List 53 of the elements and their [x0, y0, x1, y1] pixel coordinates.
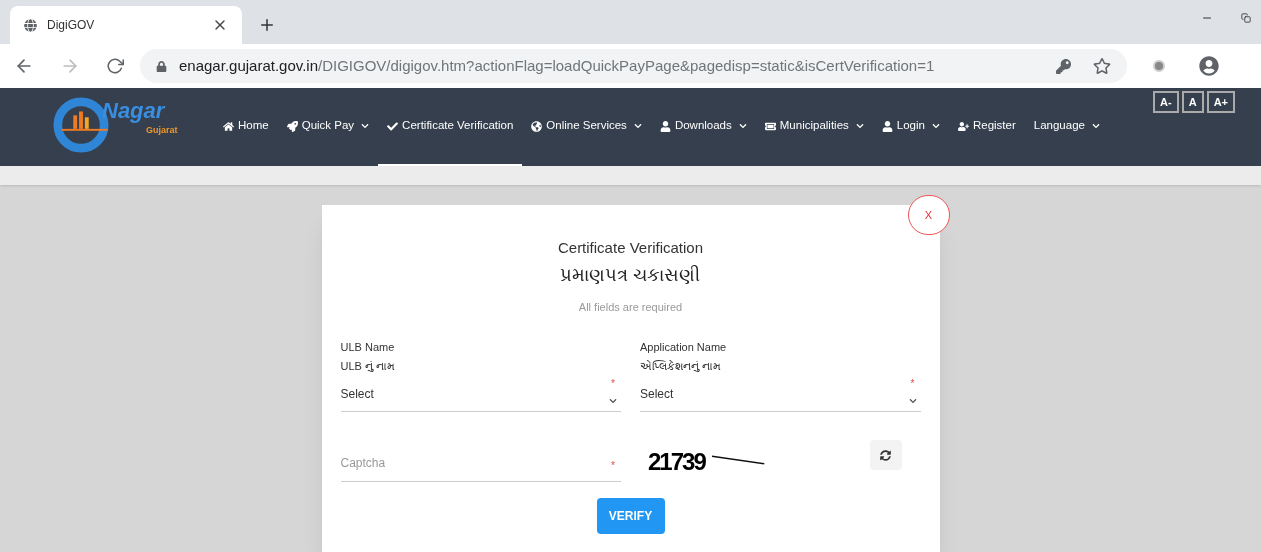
nav-item[interactable]: Municipalities: [755, 88, 873, 166]
tab-title: DigiGOV: [47, 17, 96, 34]
select-field[interactable]: Select *: [340, 376, 621, 412]
dialog-title-gujarati: પ્રમાણપત્ર ચકાસણી: [560, 263, 701, 287]
field-label-gujarati: એપ્લિકેશનનું નામ: [640, 358, 723, 374]
refresh-button[interactable]: [869, 440, 902, 470]
url-text: enagar.gujarat.gov.in/DIGIGOV/digigov.htm?actionFlag=loadQuickPayPage&pagedisp=static&isCertVerification=1: [179, 55, 936, 76]
chevron-down-icon: [908, 397, 917, 405]
key-icon[interactable]: [1056, 58, 1071, 74]
refresh-icon: [880, 449, 891, 461]
logo-title: Nagar: [102, 100, 165, 122]
font-size-button[interactable]: A+: [1206, 91, 1235, 113]
close-button[interactable]: X: [907, 195, 950, 235]
site-logo[interactable]: Nagar Gujarat: [52, 96, 180, 156]
home-icon: [223, 120, 234, 132]
nav-item[interactable]: Quick Pay: [277, 88, 379, 166]
nav-item[interactable]: Home: [214, 88, 278, 166]
dialog-title: Certificate Verification: [557, 238, 704, 258]
extension-icon[interactable]: [1153, 60, 1165, 72]
nav-item[interactable]: Register: [948, 88, 1025, 166]
font-size-button[interactable]: A-: [1153, 91, 1179, 113]
nav-item[interactable]: Online Services: [522, 88, 651, 166]
required-note: All fields are required: [578, 299, 683, 315]
globe-icon: [24, 18, 37, 32]
font-size-button[interactable]: A: [1181, 91, 1204, 113]
restore-icon[interactable]: [1241, 13, 1251, 23]
nav-item[interactable]: Downloads: [650, 88, 756, 166]
field-label: Application Name: [640, 340, 728, 355]
rocket-icon: [286, 120, 298, 132]
person-plus-icon: [957, 120, 969, 132]
star-icon[interactable]: [1093, 57, 1111, 75]
required-mark: *: [611, 459, 615, 473]
nav-item[interactable]: Login: [872, 88, 949, 166]
address-bar[interactable]: enagar.gujarat.gov.in/DIGIGOV/digigov.htm?actionFlag=loadQuickPayPage&pagedisp=static&isCertVerification=1: [140, 49, 1127, 83]
select-field[interactable]: Select *: [640, 376, 921, 412]
captcha-image: 21739: [648, 447, 705, 477]
person-icon: [659, 120, 671, 132]
logo-subtitle: Gujarat: [146, 126, 178, 135]
field-label-gujarati: ULB નું નામ: [340, 358, 396, 374]
reload-icon[interactable]: [106, 57, 124, 75]
required-mark: *: [611, 377, 615, 391]
profile-icon[interactable]: [1199, 56, 1219, 76]
new-tab-icon[interactable]: [258, 16, 276, 34]
ticket-icon: [764, 120, 776, 132]
chevron-down-icon: [609, 397, 617, 405]
person-icon: [881, 120, 893, 132]
check-icon: [387, 120, 399, 132]
browser-tab[interactable]: DigiGOV: [10, 6, 242, 44]
lock-icon: [156, 60, 167, 72]
field-label: ULB Name: [340, 340, 396, 355]
globe-icon: [531, 120, 543, 132]
nav-item[interactable]: Language: [1024, 88, 1109, 166]
required-mark: *: [910, 377, 915, 391]
